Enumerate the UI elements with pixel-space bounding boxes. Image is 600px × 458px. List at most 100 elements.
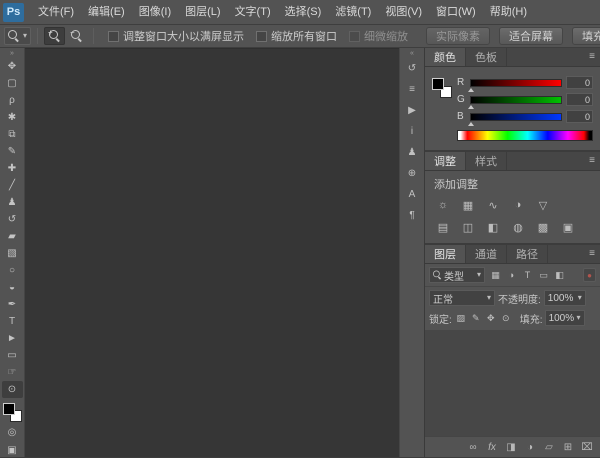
- menu-filter[interactable]: 滤镜(T): [328, 0, 378, 24]
- menu-image[interactable]: 图像(I): [132, 0, 178, 24]
- layer-filter-toggle[interactable]: ●: [583, 268, 596, 282]
- actions-panel-icon[interactable]: ▶: [402, 101, 423, 120]
- color-spectrum-ramp[interactable]: [457, 130, 593, 141]
- filter-shape-layers-icon[interactable]: ▭: [536, 268, 551, 283]
- zoom-tool[interactable]: ⊙: [2, 381, 23, 398]
- screen-mode-button[interactable]: ▣: [2, 442, 23, 458]
- channel-value-field[interactable]: 0: [566, 76, 593, 89]
- menu-file[interactable]: 文件(F): [31, 0, 81, 24]
- channel-slider[interactable]: [470, 113, 562, 121]
- filter-smart-objects-icon[interactable]: ◧: [552, 268, 567, 283]
- add-layer-mask-icon[interactable]: ◨: [505, 439, 517, 455]
- panel-menu-icon[interactable]: ≡: [589, 51, 595, 62]
- gradient-tool[interactable]: ▧: [2, 245, 23, 262]
- tab-color[interactable]: 颜色: [425, 48, 466, 66]
- color-balance-icon[interactable]: ◫: [457, 217, 479, 237]
- zoom-all-windows-checkbox[interactable]: 缩放所有窗口: [256, 28, 337, 44]
- layer-style-icon[interactable]: fx: [486, 439, 498, 455]
- eyedropper-tool[interactable]: ✎: [2, 143, 23, 160]
- crop-tool[interactable]: ⧉: [2, 126, 23, 143]
- levels-icon[interactable]: ▦: [457, 195, 479, 215]
- tab-layers[interactable]: 图层: [425, 245, 466, 263]
- fill-screen-button[interactable]: 填充屏幕: [572, 27, 600, 45]
- delete-layer-icon[interactable]: ⌧: [581, 439, 593, 455]
- history-panel-icon[interactable]: ↺: [402, 59, 423, 78]
- layer-list[interactable]: [425, 331, 600, 436]
- lock-pixels-icon[interactable]: ✎: [469, 312, 483, 325]
- navigator-panel-icon[interactable]: ⊕: [402, 164, 423, 183]
- fill-field[interactable]: 100% ▾: [545, 310, 585, 326]
- tab-swatches[interactable]: 色板: [466, 48, 507, 66]
- tab-styles[interactable]: 样式: [466, 152, 507, 170]
- character-panel-icon[interactable]: A: [402, 185, 423, 204]
- tab-paths[interactable]: 路径: [507, 245, 548, 263]
- zoom-in-button[interactable]: +: [44, 27, 65, 45]
- panel-menu-icon[interactable]: ≡: [589, 155, 595, 166]
- spot-healing-brush-tool[interactable]: ✚: [2, 160, 23, 177]
- color-lookup-icon[interactable]: ▣: [557, 217, 579, 237]
- info-panel-icon[interactable]: i: [402, 122, 423, 141]
- menu-window[interactable]: 窗口(W): [429, 0, 483, 24]
- rectangular-marquee-tool[interactable]: ▢: [2, 75, 23, 92]
- menu-edit[interactable]: 编辑(E): [81, 0, 132, 24]
- channel-value-field[interactable]: 0: [566, 110, 593, 123]
- actual-pixels-button[interactable]: 实际像素: [426, 27, 490, 45]
- color-panel-swatches[interactable]: [432, 78, 452, 98]
- scrubby-zoom-checkbox[interactable]: 细微缩放: [349, 28, 408, 44]
- tool-preset-picker[interactable]: ▾: [4, 27, 31, 45]
- new-group-icon[interactable]: ▱: [543, 439, 555, 455]
- horizontal-type-tool[interactable]: T: [2, 313, 23, 330]
- clone-stamp-tool[interactable]: ♟: [2, 194, 23, 211]
- move-tool[interactable]: ✥: [2, 58, 23, 75]
- dock-expander-icon[interactable]: «: [410, 49, 414, 58]
- foreground-background-swatches[interactable]: [3, 403, 22, 422]
- properties-panel-icon[interactable]: ≡: [402, 80, 423, 99]
- path-selection-tool[interactable]: ►: [2, 330, 23, 347]
- brightness-contrast-icon[interactable]: ☼: [432, 195, 454, 215]
- menu-select[interactable]: 选择(S): [278, 0, 329, 24]
- channel-mixer-icon[interactable]: ▩: [532, 217, 554, 237]
- tab-channels[interactable]: 通道: [466, 245, 507, 263]
- resize-windows-to-fit-checkbox[interactable]: 调整窗口大小以满屏显示: [108, 28, 244, 44]
- foreground-color-swatch[interactable]: [3, 403, 15, 415]
- hand-tool[interactable]: ☞: [2, 364, 23, 381]
- channel-value-field[interactable]: 0: [566, 93, 593, 106]
- new-adjustment-layer-icon[interactable]: ◑: [524, 439, 536, 455]
- curves-icon[interactable]: ∿: [482, 195, 504, 215]
- rectangle-tool[interactable]: ▭: [2, 347, 23, 364]
- checkbox-box[interactable]: [108, 31, 119, 42]
- filter-type-layers-icon[interactable]: T: [520, 268, 535, 283]
- blur-tool[interactable]: ○: [2, 262, 23, 279]
- quick-selection-tool[interactable]: ✱: [2, 109, 23, 126]
- menu-type[interactable]: 文字(T): [228, 0, 278, 24]
- lasso-tool[interactable]: ρ: [2, 92, 23, 109]
- layer-filter-kind-dropdown[interactable]: 类型 ▾: [429, 267, 485, 283]
- menu-help[interactable]: 帮助(H): [483, 0, 534, 24]
- vibrance-icon[interactable]: ▽: [532, 195, 554, 215]
- quick-mask-button[interactable]: ◎: [2, 424, 23, 440]
- photo-filter-icon[interactable]: ◍: [507, 217, 529, 237]
- foreground-color-swatch[interactable]: [432, 78, 444, 90]
- menu-layer[interactable]: 图层(L): [178, 0, 227, 24]
- filter-adjustment-layers-icon[interactable]: ◑: [504, 268, 519, 283]
- toolbar-expander-icon[interactable]: »: [10, 49, 14, 58]
- black-white-icon[interactable]: ◧: [482, 217, 504, 237]
- dodge-tool[interactable]: ◒: [2, 279, 23, 296]
- pen-tool[interactable]: ✒: [2, 296, 23, 313]
- clone-source-panel-icon[interactable]: ♟: [402, 143, 423, 162]
- fit-screen-button[interactable]: 适合屏幕: [499, 27, 563, 45]
- hue-saturation-icon[interactable]: ▤: [432, 217, 454, 237]
- filter-pixel-layers-icon[interactable]: ▦: [488, 268, 503, 283]
- link-layers-icon[interactable]: ∞: [467, 439, 479, 455]
- new-layer-icon[interactable]: ⊞: [562, 439, 574, 455]
- checkbox-box[interactable]: [256, 31, 267, 42]
- panel-menu-icon[interactable]: ≡: [589, 248, 595, 259]
- exposure-icon[interactable]: ◑: [507, 195, 529, 215]
- opacity-field[interactable]: 100% ▾: [544, 290, 586, 306]
- lock-position-icon[interactable]: ✥: [484, 312, 498, 325]
- brush-tool[interactable]: ╱: [2, 177, 23, 194]
- history-brush-tool[interactable]: ↺: [2, 211, 23, 228]
- menu-view[interactable]: 视图(V): [378, 0, 429, 24]
- channel-slider[interactable]: [470, 79, 562, 87]
- checkbox-box[interactable]: [349, 31, 360, 42]
